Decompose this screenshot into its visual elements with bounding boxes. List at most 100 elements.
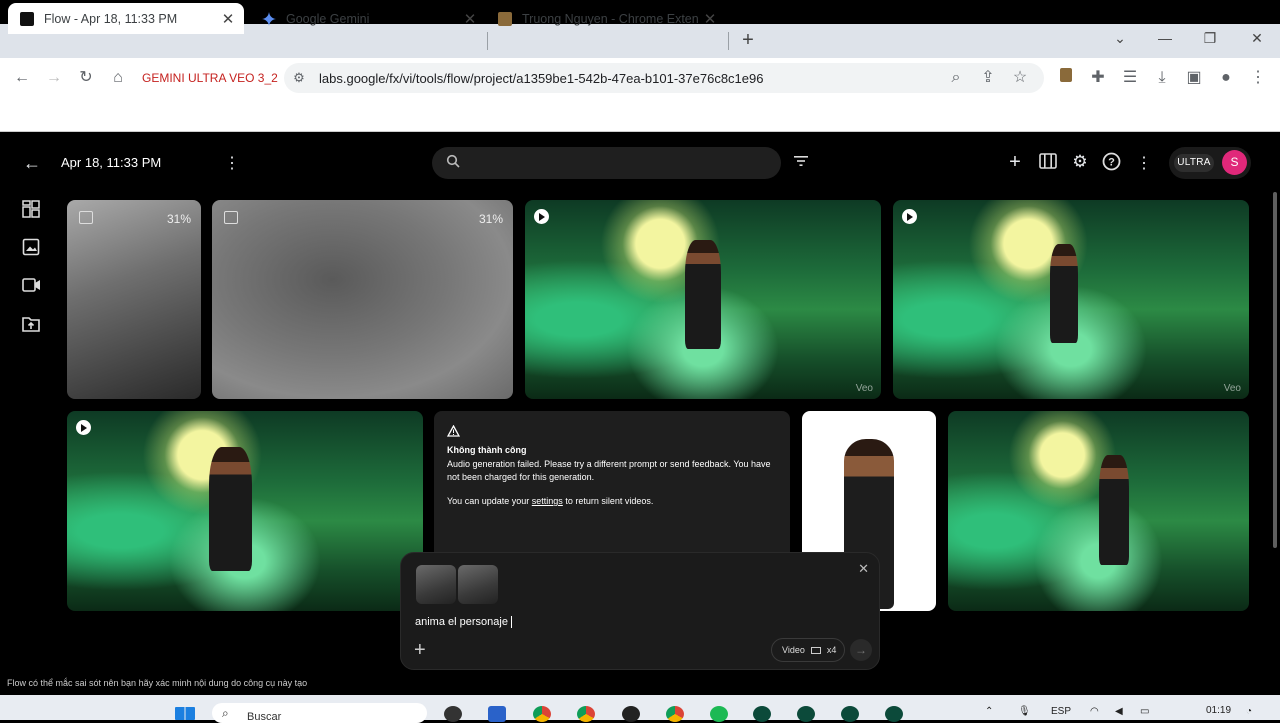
more-icon[interactable]: ⋮ <box>1134 153 1154 173</box>
settings-link[interactable]: settings <box>532 496 563 506</box>
upload-folder-icon[interactable] <box>22 316 42 336</box>
download-icon[interactable]: ⤓ <box>1152 68 1172 88</box>
bookmark-star-icon[interactable]: ☆ <box>1010 68 1030 88</box>
prompt-panel: ✕ anima el personaje + Video x4 → <box>400 552 880 670</box>
minimize-icon[interactable]: — <box>1155 30 1175 46</box>
reload-icon[interactable]: ↻ <box>76 68 96 88</box>
aspect-ratio-icon <box>811 647 822 655</box>
notification-icon[interactable]: ◔ <box>1246 706 1252 717</box>
project-menu-icon[interactable]: ⋮ <box>222 153 242 173</box>
tab-gemini[interactable]: Google Gemini ✕ <box>250 3 486 34</box>
svg-text:?: ? <box>1108 157 1115 169</box>
zoom-icon[interactable]: ⌕ <box>946 68 966 88</box>
close-icon[interactable]: ✕ <box>858 561 869 577</box>
play-icon[interactable] <box>534 209 549 224</box>
output-count: x4 <box>826 645 837 655</box>
settings-hint-suffix: to return silent videos. <box>565 496 654 506</box>
volume-icon[interactable]: ◀ <box>1115 706 1123 717</box>
windows-start-icon[interactable] <box>175 707 195 720</box>
battery-icon[interactable]: ▭ <box>1140 706 1149 717</box>
menu-kebab-icon[interactable]: ⋮ <box>1248 68 1268 88</box>
avatar[interactable]: S <box>1222 150 1247 175</box>
settings-hint: You can update your settings to return s… <box>447 496 653 506</box>
back-icon[interactable]: ← <box>12 68 32 88</box>
scrollbar[interactable] <box>1273 192 1277 548</box>
loading-tile[interactable]: 31% <box>67 200 201 399</box>
site-settings-icon[interactable]: ⚙ <box>289 68 309 88</box>
add-media-icon[interactable]: + <box>414 639 426 662</box>
play-icon[interactable] <box>76 420 91 435</box>
tab-search-chevron-icon[interactable]: ⌄ <box>1110 30 1130 47</box>
send-arrow-icon[interactable]: → <box>850 639 872 661</box>
character-figure <box>209 447 253 571</box>
extensions-puzzle-icon[interactable]: ✚ <box>1088 68 1108 88</box>
grid-view-icon[interactable] <box>22 200 42 220</box>
character-figure <box>685 239 721 350</box>
error-title: Không thành công <box>447 445 527 455</box>
reading-list-icon[interactable]: ☰ <box>1120 68 1140 88</box>
tab-extension[interactable]: Truong Nguyen - Chrome Exten ✕ <box>486 3 726 34</box>
gemini-sparkle-icon <box>262 11 276 26</box>
reference-thumbnail[interactable] <box>458 565 498 604</box>
loading-tile[interactable]: 31% <box>212 200 513 399</box>
share-icon[interactable]: ⇪ <box>978 68 998 88</box>
tab-title: Truong Nguyen - Chrome Exten <box>522 11 699 26</box>
search-input[interactable] <box>432 147 781 179</box>
close-tab-icon[interactable]: ✕ <box>218 10 238 28</box>
extension-favicon-icon <box>498 11 512 26</box>
wifi-icon[interactable]: ◠ <box>1090 706 1099 717</box>
home-icon[interactable]: ⌂ <box>108 68 128 88</box>
side-panel-icon[interactable]: ▣ <box>1184 68 1204 88</box>
tab-separator <box>487 32 488 50</box>
microphone-icon[interactable]: 🎙 <box>1018 706 1031 717</box>
mode-label: Video <box>782 645 805 655</box>
warning-icon <box>446 424 461 438</box>
progress-percent: 31% <box>478 212 503 226</box>
reference-thumbnail[interactable] <box>416 565 456 604</box>
forward-icon[interactable]: → <box>44 68 64 88</box>
tab-title: Flow - Apr 18, 11:33 PM <box>44 11 178 26</box>
filter-icon[interactable] <box>790 154 812 172</box>
disclaimer-text: Flow có thể mắc sai sót nên bạn hãy xác … <box>7 678 308 688</box>
progress-percent: 31% <box>166 212 191 226</box>
tab-title: Google Gemini <box>286 11 370 26</box>
extension-avatar-icon[interactable] <box>1056 68 1076 88</box>
tab-flow[interactable]: Flow - Apr 18, 11:33 PM ✕ <box>8 3 244 34</box>
tray-chevron-icon[interactable]: ⌃ <box>985 706 993 717</box>
image-icon <box>79 211 93 224</box>
profile-icon[interactable]: ● <box>1216 68 1236 88</box>
close-tab-icon[interactable]: ✕ <box>460 10 480 28</box>
close-window-icon[interactable]: ✕ <box>1247 30 1267 47</box>
character-figure <box>1049 243 1079 344</box>
video-tile[interactable] <box>67 411 423 611</box>
project-title: Apr 18, 11:33 PM <box>61 155 162 170</box>
help-icon[interactable]: ? <box>1101 152 1121 176</box>
tab-separator <box>728 32 729 50</box>
url-text[interactable]: labs.google/fx/vi/tools/flow/project/a13… <box>319 71 763 86</box>
video-tile[interactable]: Veo <box>525 200 881 399</box>
add-icon[interactable]: + <box>1005 151 1025 174</box>
language-indicator[interactable]: ESP <box>1051 706 1071 717</box>
profile-label[interactable]: GEMINI ULTRA VEO 3_2 <box>142 71 278 85</box>
veo-watermark: Veo <box>1223 383 1241 394</box>
scenebuilder-icon[interactable] <box>1038 153 1058 174</box>
veo-watermark: Veo <box>855 383 873 394</box>
prompt-text: anima el personaje <box>415 616 508 628</box>
video-tile[interactable]: Veo <box>893 200 1249 399</box>
prompt-input[interactable]: anima el personaje <box>415 616 512 628</box>
images-icon[interactable] <box>22 238 42 258</box>
clock[interactable]: 01:19 <box>1206 705 1231 716</box>
mode-selector[interactable]: Video x4 <box>771 638 845 662</box>
restore-icon[interactable]: ❐ <box>1200 30 1220 47</box>
close-tab-icon[interactable]: ✕ <box>700 10 720 28</box>
new-tab-icon[interactable]: + <box>737 30 759 50</box>
settings-gear-icon[interactable]: ⚙ <box>1070 152 1090 172</box>
play-icon[interactable] <box>902 209 917 224</box>
videos-icon[interactable] <box>22 277 42 297</box>
video-tile[interactable] <box>948 411 1249 611</box>
settings-hint-prefix: You can update your <box>447 496 530 506</box>
search-icon <box>444 154 462 173</box>
back-arrow-icon[interactable]: ← <box>22 153 42 174</box>
taskbar-search[interactable]: ⌕ Buscar <box>212 703 427 723</box>
taskbar-search-icon: ⌕ <box>222 706 229 720</box>
